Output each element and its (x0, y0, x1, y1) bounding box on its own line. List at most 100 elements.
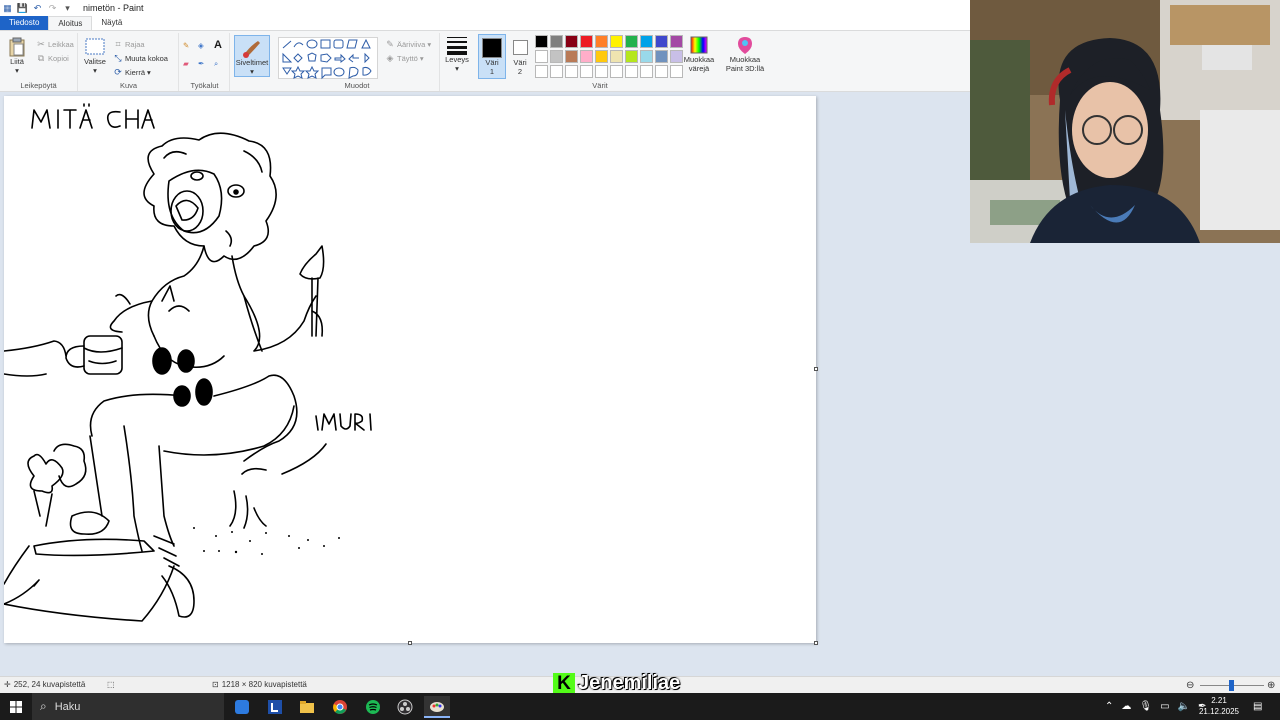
palette-swatch[interactable] (655, 35, 668, 48)
resize-handle-corner[interactable] (814, 641, 818, 645)
paste-button[interactable]: Liitä ▾ (6, 37, 28, 75)
select-button[interactable]: Valitse ▾ (83, 37, 107, 75)
rotate-button[interactable]: ⟳ Kierrä ▾ (113, 67, 151, 77)
palette-swatch[interactable] (610, 35, 623, 48)
tray-microphone-icon[interactable]: 🎙 (1139, 701, 1152, 712)
clock-date: 21.12.2025 (1198, 707, 1240, 716)
paint-app-icon: ▦ (3, 2, 12, 13)
shapes-gallery[interactable] (278, 37, 378, 80)
paint3d-button[interactable]: Muokkaa Paint 3D:llä (722, 35, 768, 73)
palette-swatch[interactable] (625, 65, 638, 78)
drawing (4, 103, 372, 622)
palette-swatch[interactable] (625, 50, 638, 63)
resize-button[interactable]: ⤡ Muuta kokoa (113, 53, 168, 63)
tab-file[interactable]: Tiedosto (0, 16, 49, 30)
resize-handle-bottom[interactable] (408, 641, 412, 645)
fill-bucket-icon[interactable]: ◈ (198, 41, 204, 50)
palette-swatch[interactable] (580, 50, 593, 63)
taskbar-app-explorer[interactable] (294, 696, 320, 718)
redo-icon[interactable]: ↷ (47, 3, 58, 14)
shapes-icon (282, 38, 372, 80)
zoom-in-button[interactable]: ⊕ (1267, 680, 1275, 691)
tray-chevron-up-icon[interactable]: ⌃ (1105, 701, 1113, 712)
ribbon: Liitä ▾ ✂ Leikkaa ⧉ Kopioi Leikepöytä Vali… (0, 30, 970, 92)
paint3d-icon (738, 37, 752, 54)
palette-swatch[interactable] (595, 50, 608, 63)
crop-label: Rajaa (125, 39, 145, 49)
palette-swatch[interactable] (535, 35, 548, 48)
palette-swatch[interactable] (535, 50, 548, 63)
drawing-canvas[interactable] (4, 96, 816, 643)
taskbar-app-spotify[interactable] (360, 696, 386, 718)
title-bar: ▦ 💾 ↶ ↷ ▾ nimetön - Paint (0, 0, 970, 16)
copy-button[interactable]: ⧉ Kopioi (36, 53, 69, 63)
eraser-icon[interactable]: ▰ (183, 59, 189, 68)
color2-swatch (512, 40, 528, 55)
size-button[interactable]: Leveys ▾ (443, 35, 471, 73)
color2-button[interactable]: Väri 2 (508, 34, 532, 79)
crop-button[interactable]: ⌗ Rajaa (113, 39, 145, 49)
tray-network-icon[interactable]: ▭ (1160, 701, 1169, 712)
quick-access-dropdown-icon[interactable]: ▾ (62, 3, 73, 14)
palette-swatch[interactable] (625, 35, 638, 48)
palette-swatch[interactable] (655, 50, 668, 63)
taskbar-app-chrome[interactable] (327, 696, 353, 718)
copy-icon: ⧉ (37, 53, 45, 63)
taskbar-app-l[interactable] (262, 696, 288, 718)
cut-button[interactable]: ✂ Leikkaa (36, 39, 74, 49)
palette-swatch[interactable] (580, 65, 593, 78)
edit-colors-label-1: Muokkaa (683, 55, 715, 64)
color-palette (535, 35, 683, 78)
zoom-slider-thumb[interactable] (1229, 680, 1234, 691)
taskbar-search[interactable]: ⌕ Haku (32, 693, 224, 720)
palette-swatch[interactable] (595, 65, 608, 78)
tab-view[interactable]: Näytä (92, 16, 131, 30)
size-label: Leveys (445, 55, 469, 64)
palette-swatch[interactable] (595, 35, 608, 48)
palette-swatch[interactable] (640, 65, 653, 78)
outline-button[interactable]: ✎ Ääriviiva ▾ (385, 39, 431, 49)
canvas-workarea[interactable] (0, 92, 970, 676)
text-tool-icon[interactable]: A (214, 39, 222, 51)
palette-swatch[interactable] (550, 50, 563, 63)
tab-home[interactable]: Aloitus (48, 16, 93, 30)
color1-label: Väri (485, 58, 499, 67)
pencil-icon[interactable]: ✎ (183, 41, 189, 50)
resize-handle-right[interactable] (814, 367, 818, 371)
clipboard-icon (9, 37, 25, 57)
start-button[interactable] (0, 693, 32, 720)
l-app-icon (268, 700, 282, 714)
taskbar-clock[interactable]: 2.21 21.12.2025 (1196, 695, 1242, 717)
tray-cloud-off-icon[interactable]: ☁ (1121, 701, 1131, 712)
taskbar-app-paint[interactable] (424, 696, 450, 718)
palette-swatch[interactable] (565, 65, 578, 78)
palette-swatch[interactable] (535, 65, 548, 78)
color-picker-icon[interactable]: ✒ (198, 59, 204, 68)
palette-swatch[interactable] (640, 50, 653, 63)
palette-swatch[interactable] (550, 35, 563, 48)
shapes-group-label: Muodot (344, 81, 370, 90)
palette-swatch[interactable] (550, 65, 563, 78)
rotate-icon: ⟳ (114, 67, 122, 77)
taskbar-app-obs[interactable] (392, 696, 418, 718)
taskbar-app-edge[interactable] (229, 696, 255, 718)
palette-swatch[interactable] (610, 65, 623, 78)
palette-swatch[interactable] (580, 35, 593, 48)
notification-button[interactable]: ▤ (1253, 693, 1262, 720)
color1-button[interactable]: Väri 1 (478, 34, 506, 79)
edit-colors-button[interactable]: Muokkaa värejä (682, 35, 716, 73)
undo-icon[interactable]: ↶ (32, 3, 43, 14)
zoom-out-button[interactable]: ⊖ (1186, 680, 1194, 691)
palette-swatch[interactable] (565, 50, 578, 63)
brushes-button[interactable]: Siveltimet ▾ (234, 35, 270, 77)
palette-swatch[interactable] (610, 50, 623, 63)
save-icon[interactable]: 💾 (17, 3, 28, 14)
palette-swatch[interactable] (640, 35, 653, 48)
tray-volume-icon[interactable]: 🔈 (1178, 701, 1190, 712)
palette-swatch[interactable] (655, 65, 668, 78)
search-placeholder: Haku (54, 700, 81, 713)
fill-button[interactable]: ◈ Täyttö ▾ (385, 53, 424, 63)
palette-swatch[interactable] (565, 35, 578, 48)
selection-size: ⬚ (107, 680, 115, 689)
magnifier-icon[interactable]: ⌕ (214, 59, 218, 69)
